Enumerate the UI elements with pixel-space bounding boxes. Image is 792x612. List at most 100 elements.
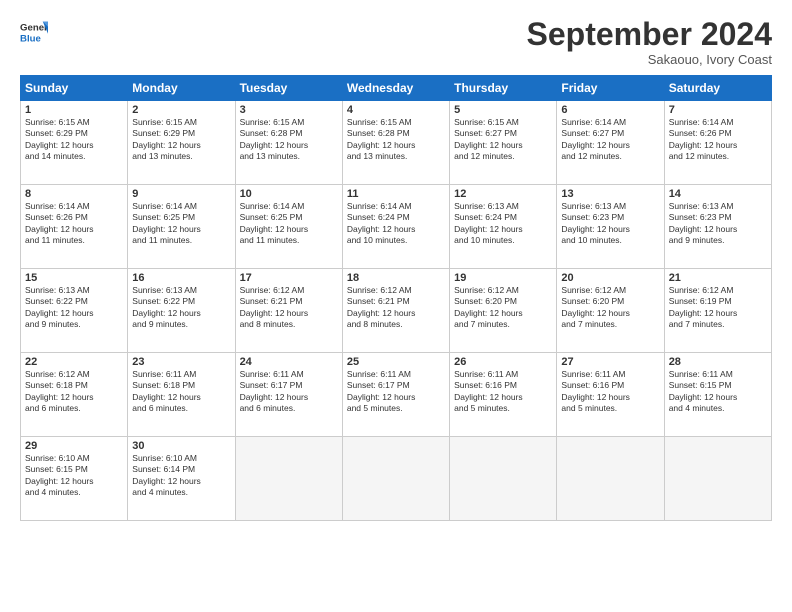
- table-row: 15Sunrise: 6:13 AMSunset: 6:22 PMDayligh…: [21, 269, 128, 353]
- cell-content: Sunrise: 6:11 AMSunset: 6:16 PMDaylight:…: [561, 369, 659, 415]
- day-number: 28: [669, 356, 767, 368]
- location-subtitle: Sakaouo, Ivory Coast: [527, 52, 772, 67]
- cell-content: Sunrise: 6:12 AMSunset: 6:20 PMDaylight:…: [561, 285, 659, 331]
- table-row: 21Sunrise: 6:12 AMSunset: 6:19 PMDayligh…: [664, 269, 771, 353]
- day-number: 17: [240, 272, 338, 284]
- logo-icon: General Blue: [20, 18, 48, 46]
- table-row: 18Sunrise: 6:12 AMSunset: 6:21 PMDayligh…: [342, 269, 449, 353]
- table-row: 23Sunrise: 6:11 AMSunset: 6:18 PMDayligh…: [128, 353, 235, 437]
- table-row: 19Sunrise: 6:12 AMSunset: 6:20 PMDayligh…: [450, 269, 557, 353]
- table-row: 3Sunrise: 6:15 AMSunset: 6:28 PMDaylight…: [235, 101, 342, 185]
- cell-content: Sunrise: 6:14 AMSunset: 6:27 PMDaylight:…: [561, 117, 659, 163]
- day-number: 7: [669, 104, 767, 116]
- cell-content: Sunrise: 6:12 AMSunset: 6:18 PMDaylight:…: [25, 369, 123, 415]
- calendar-week-row: 22Sunrise: 6:12 AMSunset: 6:18 PMDayligh…: [21, 353, 772, 437]
- month-title: September 2024: [527, 18, 772, 50]
- table-row: 26Sunrise: 6:11 AMSunset: 6:16 PMDayligh…: [450, 353, 557, 437]
- cell-content: Sunrise: 6:15 AMSunset: 6:28 PMDaylight:…: [240, 117, 338, 163]
- day-number: 13: [561, 188, 659, 200]
- cell-content: Sunrise: 6:15 AMSunset: 6:27 PMDaylight:…: [454, 117, 552, 163]
- cell-content: Sunrise: 6:13 AMSunset: 6:22 PMDaylight:…: [132, 285, 230, 331]
- day-number: 3: [240, 104, 338, 116]
- cell-content: Sunrise: 6:14 AMSunset: 6:25 PMDaylight:…: [240, 201, 338, 247]
- day-number: 12: [454, 188, 552, 200]
- calendar-week-row: 8Sunrise: 6:14 AMSunset: 6:26 PMDaylight…: [21, 185, 772, 269]
- table-row: [450, 437, 557, 521]
- cell-content: Sunrise: 6:11 AMSunset: 6:17 PMDaylight:…: [240, 369, 338, 415]
- day-number: 24: [240, 356, 338, 368]
- col-sunday: Sunday: [21, 76, 128, 101]
- table-row: 30Sunrise: 6:10 AMSunset: 6:14 PMDayligh…: [128, 437, 235, 521]
- table-row: 27Sunrise: 6:11 AMSunset: 6:16 PMDayligh…: [557, 353, 664, 437]
- table-row: [664, 437, 771, 521]
- day-number: 10: [240, 188, 338, 200]
- table-row: 14Sunrise: 6:13 AMSunset: 6:23 PMDayligh…: [664, 185, 771, 269]
- col-thursday: Thursday: [450, 76, 557, 101]
- table-row: 5Sunrise: 6:15 AMSunset: 6:27 PMDaylight…: [450, 101, 557, 185]
- cell-content: Sunrise: 6:11 AMSunset: 6:15 PMDaylight:…: [669, 369, 767, 415]
- cell-content: Sunrise: 6:15 AMSunset: 6:28 PMDaylight:…: [347, 117, 445, 163]
- day-number: 11: [347, 188, 445, 200]
- col-wednesday: Wednesday: [342, 76, 449, 101]
- cell-content: Sunrise: 6:13 AMSunset: 6:22 PMDaylight:…: [25, 285, 123, 331]
- table-row: 7Sunrise: 6:14 AMSunset: 6:26 PMDaylight…: [664, 101, 771, 185]
- table-row: 8Sunrise: 6:14 AMSunset: 6:26 PMDaylight…: [21, 185, 128, 269]
- cell-content: Sunrise: 6:12 AMSunset: 6:20 PMDaylight:…: [454, 285, 552, 331]
- cell-content: Sunrise: 6:10 AMSunset: 6:14 PMDaylight:…: [132, 453, 230, 499]
- day-number: 14: [669, 188, 767, 200]
- day-number: 15: [25, 272, 123, 284]
- cell-content: Sunrise: 6:13 AMSunset: 6:23 PMDaylight:…: [669, 201, 767, 247]
- cell-content: Sunrise: 6:14 AMSunset: 6:24 PMDaylight:…: [347, 201, 445, 247]
- cell-content: Sunrise: 6:13 AMSunset: 6:23 PMDaylight:…: [561, 201, 659, 247]
- table-row: 1Sunrise: 6:15 AMSunset: 6:29 PMDaylight…: [21, 101, 128, 185]
- table-row: 6Sunrise: 6:14 AMSunset: 6:27 PMDaylight…: [557, 101, 664, 185]
- table-row: 28Sunrise: 6:11 AMSunset: 6:15 PMDayligh…: [664, 353, 771, 437]
- cell-content: Sunrise: 6:11 AMSunset: 6:18 PMDaylight:…: [132, 369, 230, 415]
- header: General Blue September 2024 Sakaouo, Ivo…: [20, 18, 772, 67]
- day-number: 21: [669, 272, 767, 284]
- table-row: 25Sunrise: 6:11 AMSunset: 6:17 PMDayligh…: [342, 353, 449, 437]
- cell-content: Sunrise: 6:12 AMSunset: 6:21 PMDaylight:…: [240, 285, 338, 331]
- day-number: 30: [132, 440, 230, 452]
- calendar-week-row: 1Sunrise: 6:15 AMSunset: 6:29 PMDaylight…: [21, 101, 772, 185]
- day-number: 16: [132, 272, 230, 284]
- calendar-table: Sunday Monday Tuesday Wednesday Thursday…: [20, 75, 772, 521]
- table-row: 13Sunrise: 6:13 AMSunset: 6:23 PMDayligh…: [557, 185, 664, 269]
- day-number: 1: [25, 104, 123, 116]
- table-row: 11Sunrise: 6:14 AMSunset: 6:24 PMDayligh…: [342, 185, 449, 269]
- table-row: 9Sunrise: 6:14 AMSunset: 6:25 PMDaylight…: [128, 185, 235, 269]
- day-number: 4: [347, 104, 445, 116]
- calendar-week-row: 29Sunrise: 6:10 AMSunset: 6:15 PMDayligh…: [21, 437, 772, 521]
- day-number: 23: [132, 356, 230, 368]
- day-number: 8: [25, 188, 123, 200]
- cell-content: Sunrise: 6:14 AMSunset: 6:25 PMDaylight:…: [132, 201, 230, 247]
- day-number: 25: [347, 356, 445, 368]
- cell-content: Sunrise: 6:15 AMSunset: 6:29 PMDaylight:…: [132, 117, 230, 163]
- table-row: 22Sunrise: 6:12 AMSunset: 6:18 PMDayligh…: [21, 353, 128, 437]
- day-number: 9: [132, 188, 230, 200]
- table-row: [557, 437, 664, 521]
- cell-content: Sunrise: 6:10 AMSunset: 6:15 PMDaylight:…: [25, 453, 123, 499]
- table-row: 10Sunrise: 6:14 AMSunset: 6:25 PMDayligh…: [235, 185, 342, 269]
- cell-content: Sunrise: 6:12 AMSunset: 6:19 PMDaylight:…: [669, 285, 767, 331]
- table-row: [342, 437, 449, 521]
- col-friday: Friday: [557, 76, 664, 101]
- cell-content: Sunrise: 6:15 AMSunset: 6:29 PMDaylight:…: [25, 117, 123, 163]
- table-row: 12Sunrise: 6:13 AMSunset: 6:24 PMDayligh…: [450, 185, 557, 269]
- col-tuesday: Tuesday: [235, 76, 342, 101]
- cell-content: Sunrise: 6:11 AMSunset: 6:17 PMDaylight:…: [347, 369, 445, 415]
- day-number: 29: [25, 440, 123, 452]
- day-number: 5: [454, 104, 552, 116]
- calendar-header-row: Sunday Monday Tuesday Wednesday Thursday…: [21, 76, 772, 101]
- table-row: 4Sunrise: 6:15 AMSunset: 6:28 PMDaylight…: [342, 101, 449, 185]
- table-row: [235, 437, 342, 521]
- day-number: 27: [561, 356, 659, 368]
- day-number: 19: [454, 272, 552, 284]
- calendar-week-row: 15Sunrise: 6:13 AMSunset: 6:22 PMDayligh…: [21, 269, 772, 353]
- table-row: 24Sunrise: 6:11 AMSunset: 6:17 PMDayligh…: [235, 353, 342, 437]
- table-row: 20Sunrise: 6:12 AMSunset: 6:20 PMDayligh…: [557, 269, 664, 353]
- cell-content: Sunrise: 6:14 AMSunset: 6:26 PMDaylight:…: [25, 201, 123, 247]
- day-number: 26: [454, 356, 552, 368]
- page: General Blue September 2024 Sakaouo, Ivo…: [0, 0, 792, 612]
- table-row: 17Sunrise: 6:12 AMSunset: 6:21 PMDayligh…: [235, 269, 342, 353]
